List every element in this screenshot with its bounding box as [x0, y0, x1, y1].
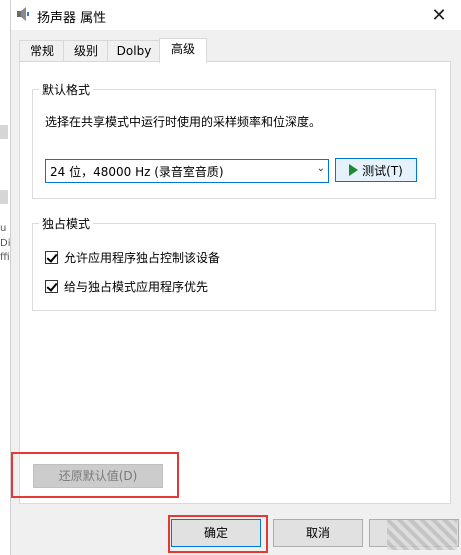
test-button[interactable]: 测试(T) — [335, 158, 417, 182]
exclusive-mode-group: 独占模式 允许应用程序独占控制该设备 给与独占模式应用程序优先 — [32, 215, 436, 311]
background-mark — [0, 190, 8, 204]
chevron-down-icon: ⌄ — [316, 163, 325, 174]
close-button[interactable]: ✕ — [417, 0, 461, 30]
test-button-label: 测试(T) — [362, 163, 403, 178]
selected-format: 24 位，48000 Hz (录音室音质) — [50, 165, 224, 179]
sample-format-select[interactable]: 24 位，48000 Hz (录音室音质) ⌄ — [45, 159, 329, 183]
allow-exclusive-option[interactable]: 允许应用程序独占控制该设备 — [45, 249, 220, 266]
checkbox-label: 允许应用程序独占控制该设备 — [64, 251, 221, 265]
speaker-icon — [17, 7, 29, 21]
tab-advanced[interactable]: 高级 — [159, 38, 207, 63]
background-text: u — [0, 223, 7, 234]
checkbox-label: 给与独占模式应用程序优先 — [64, 280, 209, 294]
exclusive-priority-option[interactable]: 给与独占模式应用程序优先 — [45, 278, 208, 295]
close-icon: ✕ — [431, 4, 447, 26]
tab-levels[interactable]: 级别 — [63, 40, 109, 61]
play-icon — [349, 164, 359, 176]
background-text: ffi — [0, 252, 10, 263]
group-title: 默认格式 — [39, 81, 94, 98]
background-mark — [0, 125, 8, 139]
highlight-box — [11, 452, 179, 498]
format-description: 选择在共享模式中运行时使用的采样频率和位深度。 — [45, 115, 322, 129]
default-format-group: 默认格式 选择在共享模式中运行时使用的采样频率和位深度。 24 位，48000 … — [32, 81, 436, 199]
background-text: Di — [0, 238, 11, 249]
highlight-box — [168, 515, 268, 553]
window-title: 扬声器 属性 — [37, 11, 107, 26]
tab-dolby[interactable]: Dolby — [107, 40, 161, 61]
allow-exclusive-checkbox[interactable] — [45, 251, 58, 264]
title-bar[interactable]: 扬声器 属性 ✕ — [11, 0, 461, 30]
group-title: 独占模式 — [39, 215, 94, 232]
exclusive-priority-checkbox[interactable] — [45, 280, 58, 293]
advanced-tab-panel: 默认格式 选择在共享模式中运行时使用的采样频率和位深度。 24 位，48000 … — [19, 61, 451, 504]
watermark — [387, 520, 457, 550]
cancel-button[interactable]: 取消 — [273, 519, 363, 547]
tab-general[interactable]: 常规 — [19, 40, 65, 61]
speaker-properties-dialog: 扬声器 属性 ✕ 常规 级别 Dolby 高级 默认格式 选择在共享模式中运行时… — [10, 0, 461, 555]
